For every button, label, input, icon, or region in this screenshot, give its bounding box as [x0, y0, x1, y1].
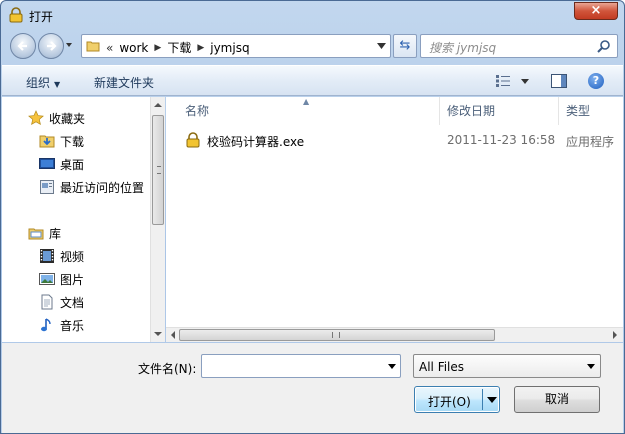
breadcrumb-item-work[interactable]: work — [119, 41, 148, 55]
dialog-footer: 文件名(N): All Files 打开(O) 取消 — [2, 343, 623, 433]
window-title: 打开 — [29, 10, 54, 24]
file-modified: 2011-11-23 16:58 — [447, 133, 556, 147]
open-button[interactable]: 打开(O) — [414, 386, 500, 413]
chevron-down-icon[interactable] — [388, 364, 396, 369]
chevron-down-icon[interactable] — [521, 79, 529, 84]
breadcrumb-item-downloads[interactable]: 下载 — [167, 39, 191, 56]
open-button-label: 打开(O) — [428, 395, 471, 409]
nav-item-music[interactable]: 音乐 — [39, 314, 84, 336]
scrollbar-thumb[interactable] — [179, 329, 495, 341]
navigation-pane: 收藏夹 下载 桌面 最近访问的位置 库 视频 图片 文档 音乐 — [2, 97, 165, 342]
refresh-icon: ⇆ — [399, 38, 411, 53]
preview-pane-icon[interactable] — [551, 74, 567, 88]
forward-arrow-icon — [47, 41, 57, 51]
nav-pane-vertical-scrollbar[interactable] — [150, 97, 165, 342]
column-header-modified[interactable]: 修改日期 — [441, 97, 559, 125]
chevron-down-icon — [587, 364, 595, 369]
new-folder-button[interactable]: 新建文件夹 — [94, 74, 154, 91]
grip-icon — [157, 166, 161, 174]
chevron-right-icon[interactable]: ▶ — [197, 43, 204, 53]
lock-app-icon — [9, 7, 23, 23]
documents-library-icon — [41, 294, 53, 310]
address-bar[interactable]: « work ▶ 下载 ▶ jymjsq — [81, 34, 391, 58]
file-type: 应用程序 — [566, 135, 615, 149]
nav-item-documents[interactable]: 文档 — [39, 291, 84, 313]
recent-locations-dropdown-icon[interactable] — [64, 40, 74, 50]
command-toolbar: 组织 ▼ 新建文件夹 ? — [2, 65, 623, 96]
nav-item-desktop[interactable]: 桌面 — [39, 153, 84, 175]
desktop-icon — [39, 158, 55, 169]
nav-label-documents: 文档 — [60, 295, 85, 310]
scroll-up-arrow-icon[interactable] — [154, 103, 162, 107]
nav-label-libraries: 库 — [49, 226, 62, 241]
grip-icon — [332, 332, 340, 338]
search-icon[interactable] — [597, 39, 611, 53]
column-header-type[interactable]: 类型 — [560, 97, 623, 125]
nav-label-videos: 视频 — [60, 249, 85, 264]
file-row[interactable]: 校验码计算器.exe 2011-11-23 16:58 应用程序 — [176, 131, 623, 151]
nav-item-downloads[interactable]: 下载 — [39, 130, 84, 152]
libraries-icon — [28, 228, 44, 240]
organize-button[interactable]: 组织 ▼ — [26, 74, 60, 91]
column-header-name[interactable]: 名称 — [179, 97, 440, 125]
nav-label-desktop: 桌面 — [60, 157, 85, 172]
cancel-button[interactable]: 取消 — [514, 386, 600, 413]
music-library-icon — [41, 318, 51, 332]
breadcrumb: « work ▶ 下载 ▶ jymjsq — [104, 39, 250, 56]
file-type-value: All Files — [419, 360, 465, 374]
nav-item-favorites[interactable]: 收藏夹 — [28, 107, 85, 129]
filename-field[interactable] — [201, 354, 401, 378]
downloads-folder-icon — [39, 135, 55, 148]
close-icon: × — [590, 3, 602, 18]
nav-item-libraries[interactable]: 库 — [28, 222, 61, 244]
lock-app-icon — [186, 132, 200, 148]
chevron-down-icon: ▼ — [54, 80, 61, 89]
nav-label-recent-places: 最近访问的位置 — [60, 180, 145, 195]
column-label-type: 类型 — [566, 104, 591, 118]
nav-label-favorites: 收藏夹 — [49, 111, 86, 126]
sort-ascending-icon: ▲ — [303, 97, 310, 106]
breadcrumb-overflow[interactable]: « — [106, 41, 113, 55]
forward-button[interactable] — [38, 33, 64, 59]
recent-places-icon — [40, 180, 54, 194]
file-list-horizontal-scrollbar[interactable] — [166, 327, 623, 342]
search-placeholder: 搜索 jymjsq — [429, 41, 497, 55]
nav-label-downloads: 下载 — [60, 134, 85, 149]
refresh-button[interactable]: ⇆ — [393, 34, 417, 58]
split-divider — [482, 389, 483, 410]
filename-label: 文件名(N): — [138, 362, 197, 376]
nav-label-music: 音乐 — [60, 318, 85, 333]
file-name: 校验码计算器.exe — [207, 135, 305, 149]
open-file-dialog: 打开 × « work ▶ 下载 ▶ jymjsq ⇆ 搜索 jymjsq 组织… — [0, 0, 625, 434]
scrollbar-thumb[interactable] — [152, 115, 164, 225]
back-button[interactable] — [10, 33, 36, 59]
nav-label-pictures: 图片 — [60, 272, 85, 287]
search-input[interactable]: 搜索 jymjsq — [420, 34, 618, 58]
pictures-library-icon — [39, 273, 55, 285]
back-arrow-icon — [17, 41, 27, 51]
column-label-modified: 修改日期 — [447, 104, 496, 118]
close-button[interactable]: × — [574, 2, 618, 20]
nav-item-pictures[interactable]: 图片 — [39, 268, 84, 290]
help-icon[interactable]: ? — [588, 73, 604, 89]
chevron-down-icon[interactable] — [377, 43, 386, 49]
scroll-right-arrow-icon[interactable] — [613, 331, 617, 339]
title-bar[interactable]: 打开 × — [1, 1, 624, 29]
file-list: 名称 ▲ 修改日期 类型 校验码计算器.exe 2011-11-23 16:58… — [166, 97, 623, 342]
organize-label: 组织 — [26, 76, 51, 90]
column-label-name: 名称 — [185, 104, 210, 118]
folder-icon — [86, 41, 100, 52]
nav-item-recent-places[interactable]: 最近访问的位置 — [39, 176, 144, 198]
view-options-icon[interactable] — [496, 75, 510, 87]
chevron-right-icon[interactable]: ▶ — [154, 43, 161, 53]
file-type-select[interactable]: All Files — [413, 354, 601, 378]
nav-item-videos[interactable]: 视频 — [39, 245, 84, 267]
navigation-bar: « work ▶ 下载 ▶ jymjsq ⇆ 搜索 jymjsq — [7, 31, 618, 61]
star-icon — [28, 110, 44, 125]
scroll-left-arrow-icon[interactable] — [171, 331, 175, 339]
breadcrumb-item-jymjsq[interactable]: jymjsq — [210, 41, 249, 55]
scroll-down-arrow-icon[interactable] — [154, 332, 162, 336]
chevron-down-icon[interactable] — [487, 397, 497, 403]
video-library-icon — [40, 249, 54, 263]
